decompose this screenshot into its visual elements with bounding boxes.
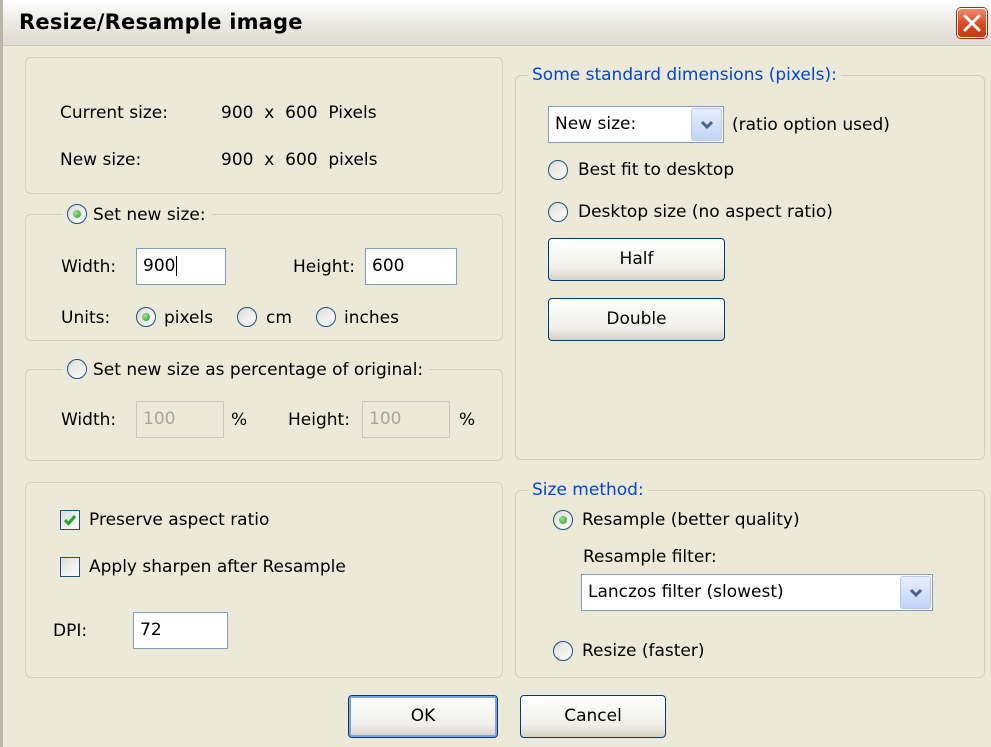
current-size-value: 900 x 600 Pixels: [221, 103, 377, 123]
height-label: Height:: [293, 257, 355, 277]
resample-filter-dropdown-button[interactable]: [900, 576, 931, 609]
new-size-label: New size:: [60, 150, 142, 170]
close-button[interactable]: [957, 8, 987, 38]
half-button[interactable]: Half: [548, 238, 725, 281]
width-value: 900: [143, 256, 176, 276]
dpi-label: DPI:: [53, 621, 88, 641]
chevron-down-icon: [700, 120, 714, 130]
dpi-input[interactable]: 72: [133, 612, 228, 649]
unit-inches-radio[interactable]: [316, 307, 336, 327]
preserve-aspect-label: Preserve aspect ratio: [89, 510, 270, 530]
width-label: Width:: [61, 257, 117, 277]
desktop-size-label: Desktop size (no aspect ratio): [578, 202, 833, 222]
resize-radio[interactable]: [553, 641, 573, 661]
unit-cm-radio[interactable]: [237, 307, 257, 327]
cancel-button-label: Cancel: [564, 706, 622, 726]
dpi-value: 72: [140, 620, 162, 640]
set-new-size-legend: Set new size:: [63, 204, 212, 226]
standard-size-select[interactable]: New size:: [548, 106, 724, 143]
best-fit-label: Best fit to desktop: [578, 160, 735, 180]
percentage-legend: Set new size as percentage of original:: [63, 359, 430, 381]
unit-cm-label: cm: [266, 308, 292, 328]
resample-filter-select[interactable]: Lanczos filter (slowest): [581, 574, 933, 611]
dialog-title: Resize/Resample image: [19, 10, 303, 34]
cancel-button[interactable]: Cancel: [520, 695, 666, 738]
double-button-label: Double: [606, 309, 667, 329]
resample-radio[interactable]: [553, 510, 573, 530]
title-bar[interactable]: Resize/Resample image: [3, 0, 991, 46]
chevron-down-icon: [909, 588, 923, 598]
desktop-size-radio[interactable]: [548, 202, 568, 222]
percent-width-value: 100: [143, 409, 176, 429]
percent-width-label: Width:: [61, 410, 117, 430]
set-new-size-label: Set new size:: [93, 205, 206, 225]
percent-width-input[interactable]: 100: [136, 401, 224, 438]
standard-dimensions-legend: Some standard dimensions (pixels):: [528, 64, 841, 86]
best-fit-radio[interactable]: [548, 160, 568, 180]
apply-sharpen-checkbox[interactable]: [60, 557, 80, 577]
percentage-radio[interactable]: [67, 359, 87, 379]
resize-dialog: Resize/Resample image Current size: 900 …: [0, 0, 991, 747]
checkmark-icon: [63, 515, 77, 526]
resample-label: Resample (better quality): [582, 510, 800, 530]
percent-height-symbol: %: [459, 410, 476, 430]
units-label: Units:: [61, 308, 111, 328]
standard-size-dropdown-button[interactable]: [691, 108, 722, 141]
percent-height-value: 100: [369, 409, 402, 429]
size-info-group: [25, 57, 503, 194]
percent-height-input[interactable]: 100: [362, 401, 450, 438]
ratio-note: (ratio option used): [732, 115, 890, 135]
double-button[interactable]: Double: [548, 298, 725, 341]
set-new-size-radio[interactable]: [67, 204, 87, 224]
height-input[interactable]: 600: [365, 248, 457, 285]
standard-size-value: New size:: [555, 114, 637, 134]
resample-filter-value: Lanczos filter (slowest): [588, 582, 784, 602]
unit-inches-label: inches: [344, 308, 399, 328]
ok-button[interactable]: OK: [348, 695, 498, 738]
resize-label: Resize (faster): [582, 641, 705, 661]
width-input[interactable]: 900: [136, 248, 226, 285]
percent-height-label: Height:: [288, 410, 350, 430]
unit-pixels-radio[interactable]: [136, 307, 156, 327]
unit-pixels-label: pixels: [164, 308, 214, 328]
current-size-label: Current size:: [60, 103, 168, 123]
ok-button-label: OK: [410, 706, 436, 726]
new-size-value: 900 x 600 pixels: [221, 150, 378, 170]
half-button-label: Half: [619, 249, 654, 269]
percent-width-symbol: %: [231, 410, 248, 430]
percentage-label: Set new size as percentage of original:: [93, 360, 424, 380]
preserve-aspect-checkbox[interactable]: [60, 510, 80, 530]
close-icon: [963, 14, 981, 32]
apply-sharpen-label: Apply sharpen after Resample: [89, 557, 346, 577]
height-value: 600: [372, 256, 405, 276]
size-method-legend: Size method:: [528, 479, 648, 501]
resample-filter-label: Resample filter:: [583, 547, 717, 567]
